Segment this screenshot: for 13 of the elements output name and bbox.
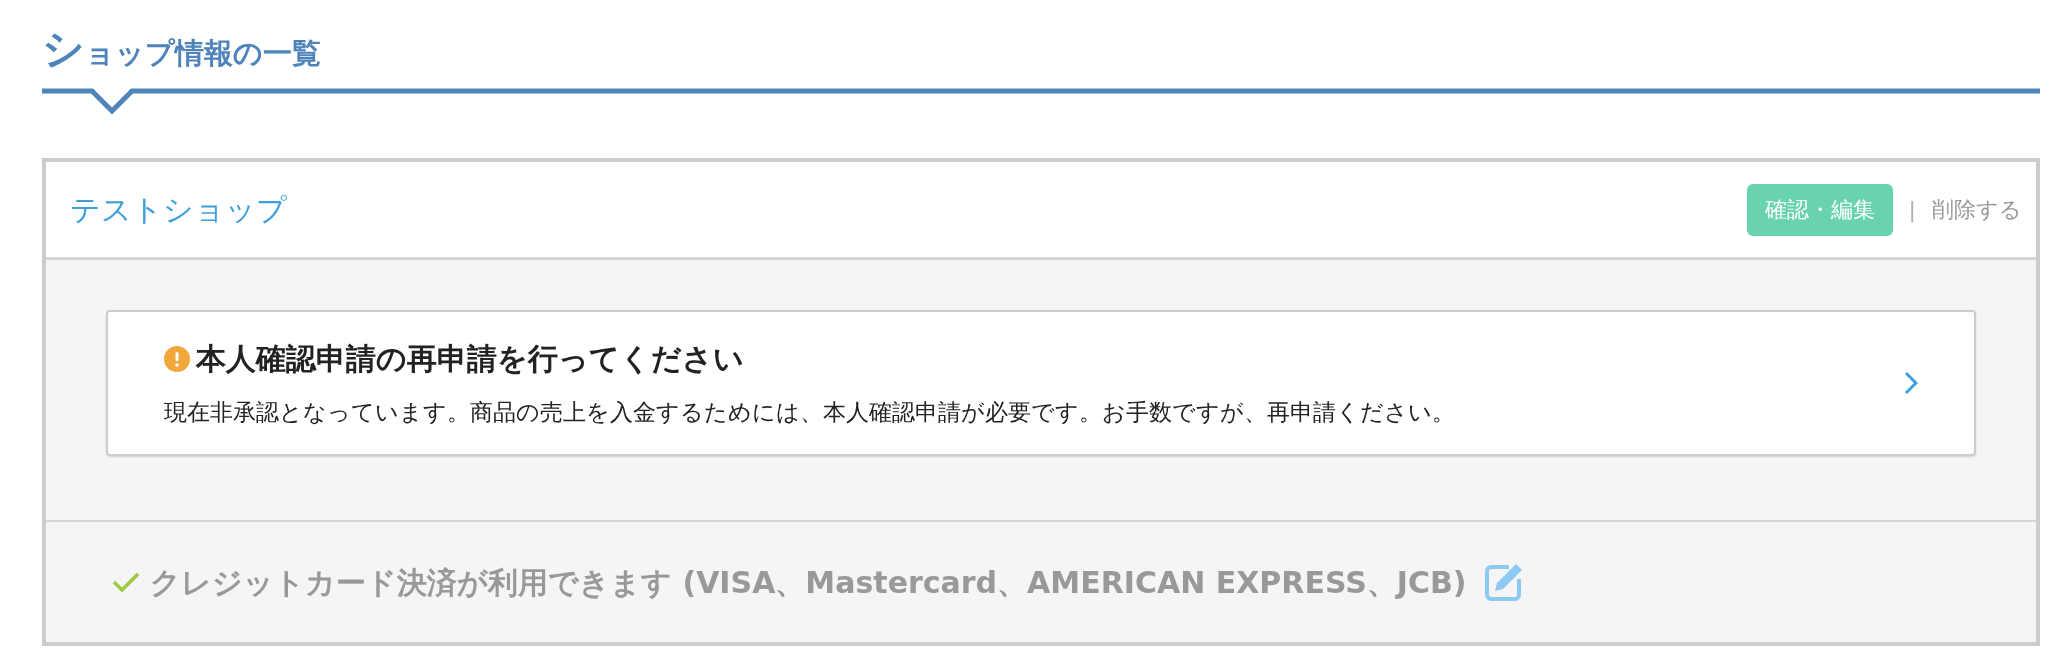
page-title: ショップ情報の一覧 (42, 28, 321, 70)
warning-icon (164, 345, 190, 372)
notice-message: 現在非承認となっています。商品の売上を入金するためには、本人確認申請が必要です。お手数ですが、再申請ください。 (164, 398, 1455, 428)
edit-button[interactable]: 確認・編集 (1746, 183, 1893, 236)
notice-title: 本人確認申請の再申請を行ってください (196, 340, 744, 379)
separator: | (1908, 196, 1916, 225)
payment-status: クレジットカード決済が利用できます (VISA、Mastercard、AMERICAN EXPRESS、JCB) (150, 563, 1467, 602)
check-icon (112, 571, 140, 593)
notice-card[interactable]: 本人確認申請の再申請を行ってください 現在非承認となっています。商品の売上を入金するためには、本人確認申請が必要です。お手数ですが、再申請ください。 (106, 310, 1976, 456)
edit-icon[interactable] (1482, 561, 1525, 603)
chevron-right-icon (1904, 371, 1918, 395)
shop-name: テストショップ (70, 191, 287, 229)
delete-link[interactable]: 削除する (1932, 193, 2022, 226)
